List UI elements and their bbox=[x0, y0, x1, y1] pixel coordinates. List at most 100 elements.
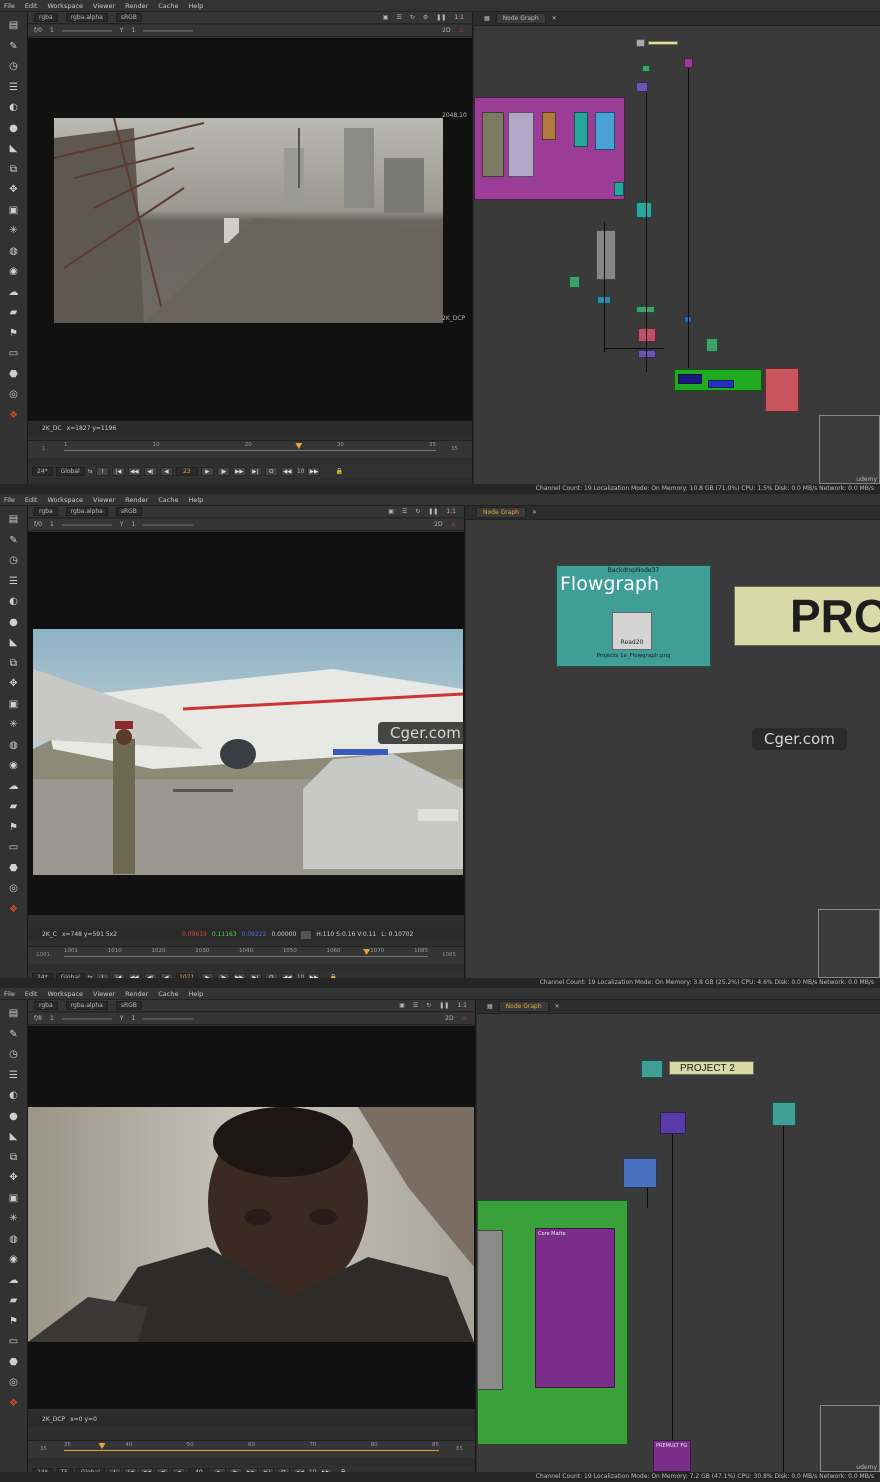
other-icon[interactable]: ▭ bbox=[8, 348, 20, 360]
filter-circle-icon[interactable]: ● bbox=[8, 1111, 20, 1123]
display-icon[interactable]: ☰ bbox=[402, 508, 407, 515]
alpha-dropdown[interactable]: rgba.alpha bbox=[65, 13, 108, 22]
toolsets-icon[interactable]: ▤ bbox=[8, 1008, 20, 1020]
play-button[interactable]: ▶ bbox=[200, 467, 214, 476]
fstop-value[interactable]: f/0 bbox=[34, 27, 42, 34]
close-tab-icon[interactable]: ✕ bbox=[532, 509, 537, 516]
channel-icon[interactable]: ☰ bbox=[8, 1070, 20, 1082]
nukex-icon[interactable]: ◎ bbox=[8, 883, 20, 895]
node-graph-panel[interactable]: ▦ Node Graph ✕ udemy bbox=[474, 12, 880, 484]
view-mode-dropdown[interactable]: 2D bbox=[445, 1015, 453, 1022]
backdrop-node[interactable] bbox=[574, 112, 588, 147]
node[interactable] bbox=[642, 65, 650, 72]
menu-edit[interactable]: Edit bbox=[25, 990, 38, 998]
keyer-icon[interactable]: ◣ bbox=[8, 1131, 20, 1143]
close-tab-icon[interactable]: ✕ bbox=[555, 1003, 560, 1010]
color-wheel-icon[interactable]: ◐ bbox=[8, 596, 20, 608]
menu-help[interactable]: Help bbox=[188, 496, 203, 504]
viewer-canvas[interactable] bbox=[28, 1026, 475, 1409]
out-point-button[interactable]: O bbox=[264, 467, 278, 476]
transform-icon[interactable]: ✥ bbox=[8, 678, 20, 690]
keyer-icon[interactable]: ◣ bbox=[8, 143, 20, 155]
3d-cube-icon[interactable]: ▣ bbox=[8, 205, 20, 217]
step-forward-button[interactable]: ▶▶ bbox=[307, 467, 321, 476]
gain-slider[interactable] bbox=[61, 1017, 112, 1020]
scope-dropdown[interactable]: Global bbox=[55, 467, 85, 476]
gamma-value[interactable]: 1 bbox=[131, 27, 135, 34]
node[interactable] bbox=[678, 374, 702, 384]
close-tab-icon[interactable]: ✕ bbox=[552, 15, 557, 22]
backdrop-project[interactable]: PRO bbox=[734, 586, 880, 646]
paint-brush-icon[interactable]: ✎ bbox=[8, 535, 20, 547]
gain-slider[interactable] bbox=[61, 29, 112, 32]
settings-icon[interactable]: ⚙ bbox=[423, 14, 428, 21]
refresh-icon[interactable]: ↻ bbox=[410, 14, 415, 21]
prev-frame-button[interactable]: ◀| bbox=[143, 467, 157, 476]
gain-value[interactable]: 1 bbox=[50, 1015, 54, 1022]
channel-icon[interactable]: ☰ bbox=[8, 576, 20, 588]
channel-icon[interactable]: ☰ bbox=[8, 82, 20, 94]
tab-node-graph[interactable]: Node Graph bbox=[498, 1001, 549, 1012]
menu-render[interactable]: Render bbox=[125, 2, 148, 10]
channels-dropdown[interactable]: rgba bbox=[34, 1001, 58, 1010]
toolsets-icon[interactable]: ▤ bbox=[8, 20, 20, 32]
backdrop-node[interactable]: BackdropNode37 Flowgraph Read20 Projects… bbox=[556, 565, 711, 667]
backdrop-node[interactable] bbox=[595, 112, 615, 150]
fps-dropdown[interactable]: 24* bbox=[32, 467, 53, 476]
refresh-icon[interactable]: ↻ bbox=[415, 508, 420, 515]
cara-icon[interactable]: ⬣ bbox=[8, 369, 20, 381]
transform-icon[interactable]: ✥ bbox=[8, 1172, 20, 1184]
node-graph-minimap[interactable]: udemy bbox=[820, 1405, 880, 1472]
node-graph-minimap[interactable] bbox=[818, 909, 880, 978]
views-icon[interactable]: ◉ bbox=[8, 1254, 20, 1266]
menu-viewer[interactable]: Viewer bbox=[93, 2, 115, 10]
timeline-track[interactable] bbox=[64, 956, 428, 957]
timeline[interactable]: 1 1 10 20 30 35 35 bbox=[28, 440, 472, 458]
particles-icon[interactable]: ✳ bbox=[8, 1213, 20, 1225]
prev-key-button[interactable]: ◀◀ bbox=[127, 467, 141, 476]
gamma-slider[interactable] bbox=[143, 1017, 194, 1020]
current-frame-field[interactable]: 23 bbox=[175, 467, 198, 476]
color-wheel-icon[interactable]: ◐ bbox=[8, 1090, 20, 1102]
panel-menu-icon[interactable]: ▦ bbox=[484, 15, 490, 22]
lut-dropdown[interactable]: sRGB bbox=[115, 507, 142, 516]
cara-icon[interactable]: ⬣ bbox=[8, 1357, 20, 1369]
menu-help[interactable]: Help bbox=[188, 2, 203, 10]
play-back-button[interactable]: ◀ bbox=[159, 467, 173, 476]
node[interactable] bbox=[708, 380, 734, 388]
menu-help[interactable]: Help bbox=[188, 990, 203, 998]
merge-icon[interactable]: ⧉ bbox=[8, 164, 20, 176]
view-mode-dropdown[interactable]: 2D bbox=[442, 27, 450, 34]
gamma-slider[interactable] bbox=[143, 523, 194, 526]
plugins-icon[interactable]: ❖ bbox=[8, 1398, 20, 1410]
node[interactable] bbox=[636, 202, 652, 218]
timeline[interactable]: 35 35 40 50 60 70 80 85 85 bbox=[28, 1440, 475, 1458]
display-icon[interactable]: ☰ bbox=[413, 1002, 418, 1009]
toolsets-folder-icon[interactable]: ▰ bbox=[8, 1295, 20, 1307]
nukex-icon[interactable]: ◎ bbox=[8, 389, 20, 401]
next-key-button[interactable]: ▶▶ bbox=[232, 467, 246, 476]
last-frame-button[interactable]: ▶| bbox=[248, 467, 262, 476]
pause-icon[interactable]: ❚❚ bbox=[428, 508, 438, 515]
timeline[interactable]: 1001 1001 1010 1020 1030 1040 1050 1060 … bbox=[28, 946, 464, 964]
menu-workspace[interactable]: Workspace bbox=[47, 496, 83, 504]
read-node[interactable] bbox=[641, 1060, 663, 1078]
toolsets-folder-icon[interactable]: ▰ bbox=[8, 307, 20, 319]
node-graph-panel[interactable]: ▦ Node Graph ✕ PROJECT 2 Core Matte PREM… bbox=[477, 1000, 880, 1472]
metadata-icon[interactable]: ☁ bbox=[8, 1275, 20, 1287]
node[interactable] bbox=[636, 39, 645, 47]
first-frame-button[interactable]: |◀ bbox=[111, 467, 125, 476]
clock-icon[interactable]: ◷ bbox=[8, 555, 20, 567]
bounce-icon[interactable]: ⇆ bbox=[88, 468, 93, 475]
menu-cache[interactable]: Cache bbox=[158, 496, 178, 504]
cara-icon[interactable]: ⬣ bbox=[8, 863, 20, 875]
alpha-dropdown[interactable]: rgba.alpha bbox=[65, 1001, 108, 1010]
menu-viewer[interactable]: Viewer bbox=[93, 990, 115, 998]
channels-dropdown[interactable]: rgba bbox=[34, 13, 58, 22]
node-graph-panel[interactable]: Node Graph ✕ BackdropNode37 Flowgraph Re… bbox=[466, 506, 880, 978]
menu-file[interactable]: File bbox=[4, 990, 15, 998]
3d-cube-icon[interactable]: ▣ bbox=[8, 1193, 20, 1205]
node[interactable] bbox=[765, 368, 799, 412]
gain-value[interactable]: 1 bbox=[50, 27, 54, 34]
metadata-icon[interactable]: ☁ bbox=[8, 781, 20, 793]
